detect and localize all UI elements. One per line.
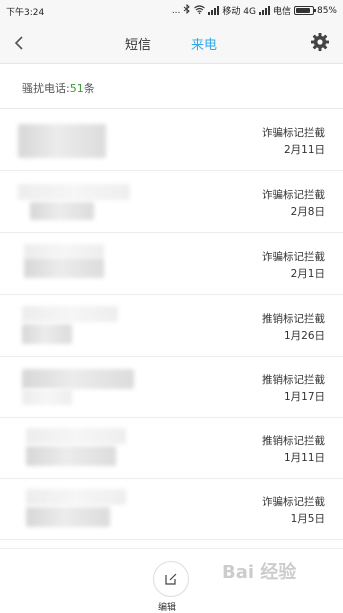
call-date: 1月5日: [290, 513, 325, 525]
redacted-number: [22, 306, 118, 322]
signal-icon: [208, 6, 220, 15]
carrier-1: 移动 4G: [222, 7, 256, 17]
gear-icon[interactable]: [309, 31, 331, 53]
bluetooth-icon: [183, 3, 191, 17]
call-tag: 诈骗标记拦截: [262, 189, 325, 201]
status-dots: ...: [171, 5, 181, 16]
spam-call-summary: 骚扰电话:51条: [22, 80, 95, 96]
call-row[interactable]: 诈骗标记拦截 2月11日: [0, 110, 343, 171]
battery-percent: 85%: [316, 5, 337, 16]
edit-icon: [165, 573, 177, 585]
wifi-icon: [194, 4, 206, 17]
call-date: 1月17日: [283, 391, 325, 403]
watermark: Bai 经验: [222, 562, 297, 583]
redacted-location: [22, 324, 72, 344]
call-row[interactable]: 推销标记拦截 1月26日: [0, 296, 343, 357]
redacted-location: [24, 258, 104, 278]
signal-icon-2: [258, 6, 270, 15]
call-date: 2月1日: [290, 268, 325, 280]
call-row[interactable]: 诈骗标记拦截 2月8日: [0, 172, 343, 233]
redacted-number: [26, 428, 126, 444]
call-tag: 诈骗标记拦截: [262, 127, 325, 139]
call-tag: 推销标记拦截: [262, 374, 325, 386]
redacted-number: [26, 489, 126, 505]
call-date: 2月8日: [290, 206, 325, 218]
tab-sms[interactable]: 短信: [125, 34, 151, 53]
battery-level: [295, 8, 310, 13]
title-bar: 短信 来电: [0, 22, 343, 64]
back-arrow-icon[interactable]: [8, 31, 32, 55]
battery-icon: [293, 6, 316, 15]
call-row[interactable]: 诈骗标记拦截 2月1日: [0, 234, 343, 295]
tab-calls[interactable]: 来电: [191, 34, 217, 53]
status-time: 下午3:24: [6, 8, 45, 18]
redacted-number: [24, 244, 104, 258]
call-tag: 推销标记拦截: [262, 435, 325, 447]
divider: [0, 108, 343, 109]
redacted-number: [18, 124, 106, 158]
call-tag: 诈骗标记拦截: [262, 496, 325, 508]
redacted-number: [18, 184, 130, 200]
call-row[interactable]: 诈骗标记拦截 1月5日: [0, 479, 343, 540]
edit-label: 编辑: [158, 603, 177, 613]
carrier-2: 电信: [272, 7, 291, 17]
summary-label: 骚扰电话:: [22, 82, 70, 95]
redacted-location: [26, 507, 110, 527]
call-tag: 推销标记拦截: [262, 313, 325, 325]
summary-unit: 条: [83, 82, 95, 95]
redacted-location: [30, 202, 94, 220]
call-date: 2月11日: [283, 144, 325, 156]
edit-button[interactable]: [153, 561, 189, 597]
redacted-location: [22, 389, 72, 405]
redacted-location: [26, 446, 116, 466]
call-row[interactable]: 推销标记拦截 1月17日: [0, 357, 343, 418]
status-icons: ... 移动 4G 电信 85%: [171, 3, 337, 17]
call-tag: 诈骗标记拦截: [262, 251, 325, 263]
status-bar: 下午3:24 ... 移动 4G 电信 85%: [0, 0, 343, 22]
redacted-number: [22, 369, 134, 389]
summary-count: 51: [69, 82, 84, 95]
call-date: 1月11日: [283, 452, 325, 464]
call-date: 1月26日: [283, 330, 325, 342]
call-row[interactable]: 推销标记拦截 1月11日: [0, 418, 343, 479]
